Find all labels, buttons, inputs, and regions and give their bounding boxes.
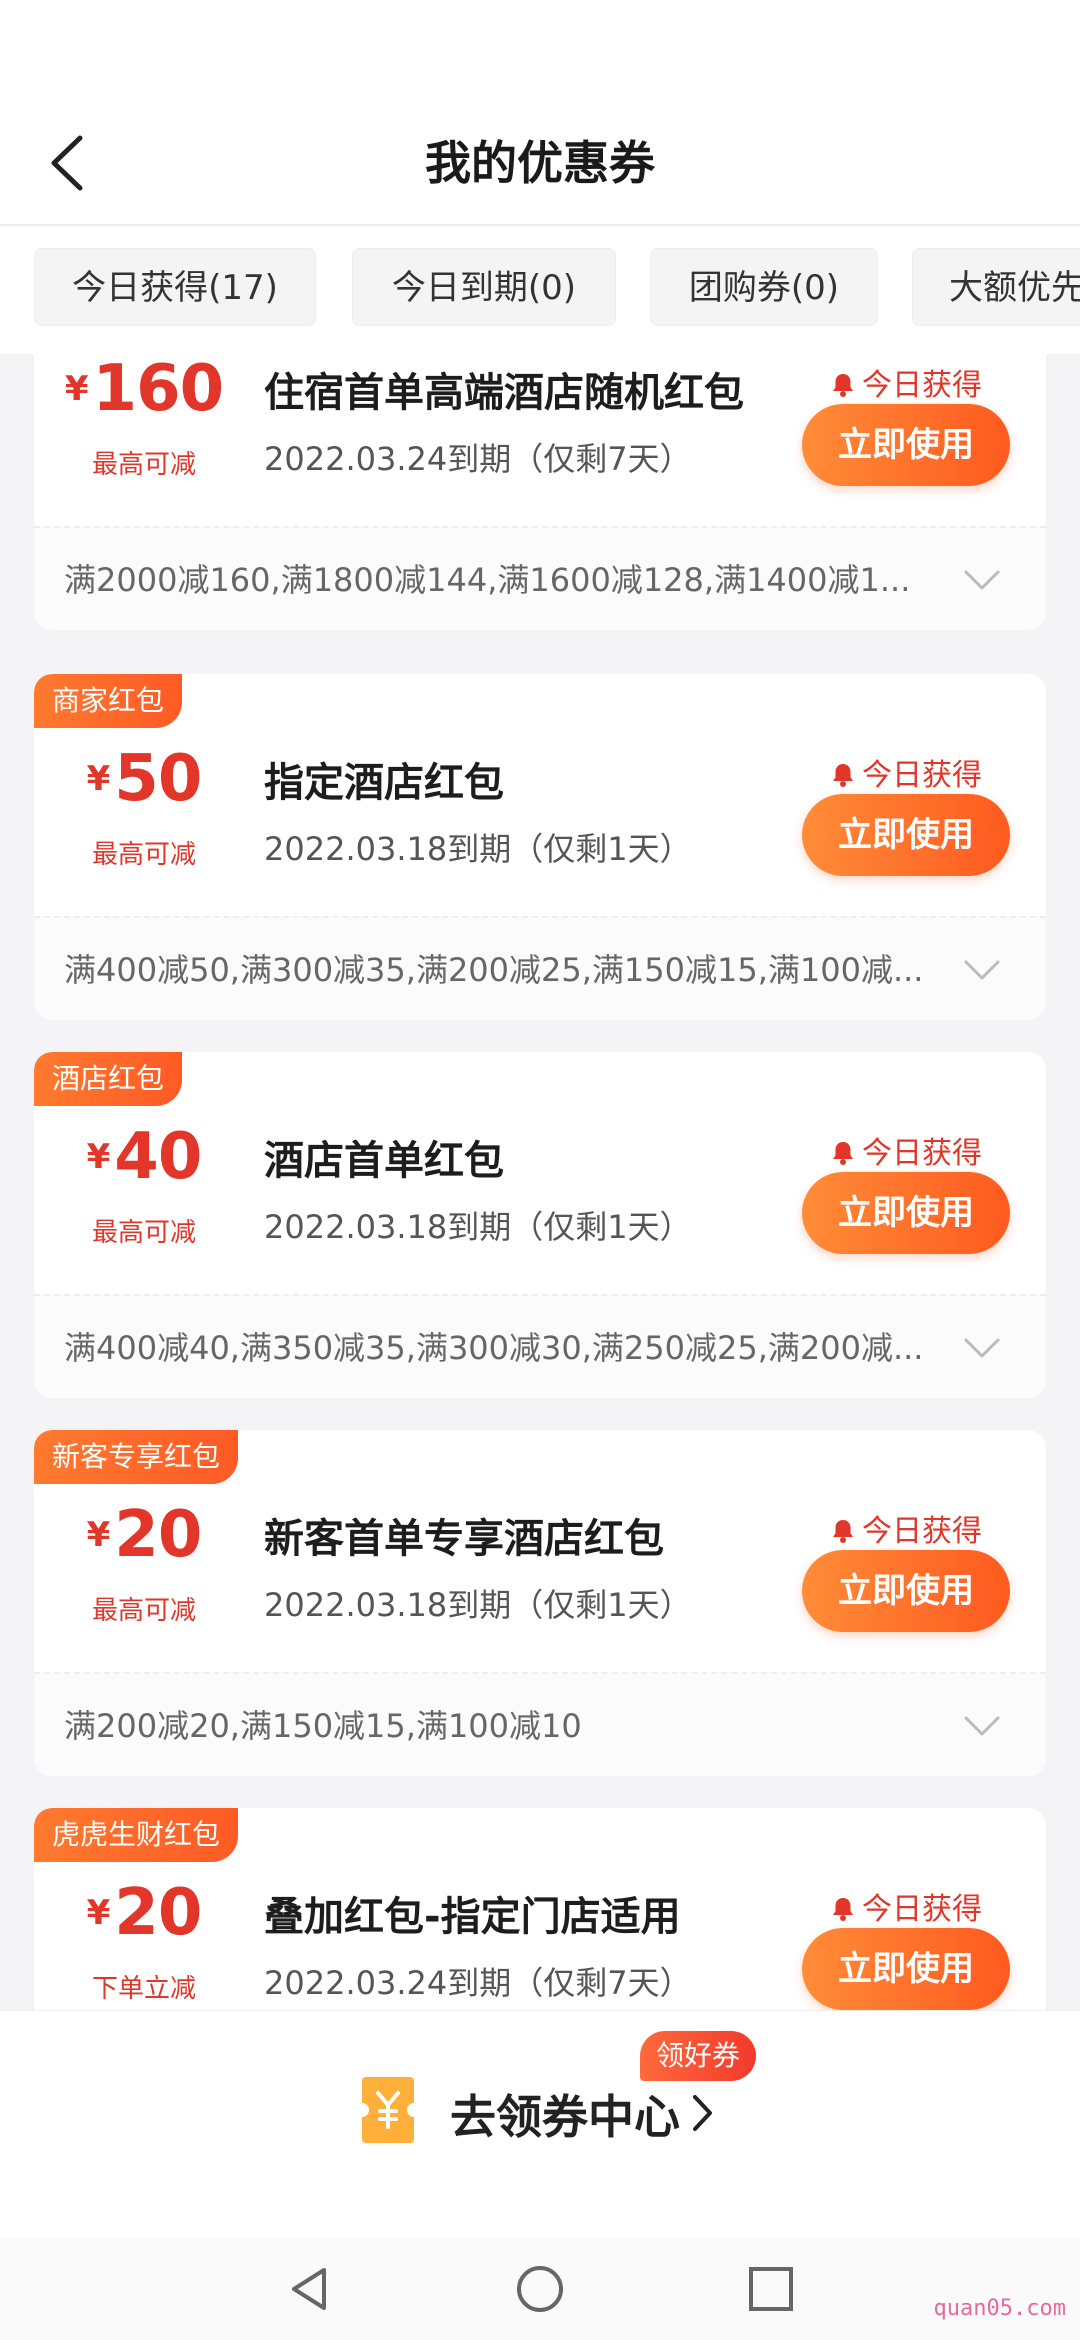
coupon-expiry: 2022.03.18到期（仅剩1天） — [264, 830, 692, 868]
coupon-amount: ¥40 — [86, 1120, 203, 1194]
coupon-amount-note: 最高可减 — [91, 1596, 196, 1626]
coupon-rules-text: 满2000减160,满1800减144,满1600减128,满1400减1... — [64, 561, 911, 599]
coupon-card-main: 新客专享红包 ¥20 最高可减 新客首单专享酒店红包 2022.03.18到期（… — [34, 1430, 1046, 1670]
header: 我的优惠券 — [0, 100, 1080, 226]
coupon-card-main: 商家红包 ¥50 最高可减 指定酒店红包 2022.03.18到期（仅剩1天） … — [34, 674, 1046, 914]
coupon-rules[interactable]: 满400减50,满300减35,满200减25,满150减15,满100减... — [34, 916, 1046, 1020]
coupon-expiry: 2022.03.24到期（仅剩7天） — [264, 440, 692, 478]
coupon-status: 今日获得 — [830, 1506, 982, 1550]
coupon-card: ¥160 最高可减 住宿首单高端酒店随机红包 2022.03.24到期（仅剩7天… — [34, 354, 1046, 630]
coupon-expiry: 2022.03.24到期（仅剩7天） — [264, 1964, 692, 2002]
coupon-tag: 新客专享红包 — [34, 1430, 239, 1484]
coupon-rules[interactable]: 满200减20,满150减15,满100减10 — [34, 1672, 1046, 1776]
coupon-amount: ¥50 — [86, 742, 203, 816]
coupon-rules-text: 满400减40,满350减35,满300减30,满250减25,满200减... — [64, 1329, 924, 1367]
coupon-list: ¥160 最高可减 住宿首单高端酒店随机红包 2022.03.24到期（仅剩7天… — [0, 354, 1080, 2010]
coupon-expiry: 2022.03.18到期（仅剩1天） — [264, 1208, 692, 1246]
status-bar — [0, 0, 1080, 100]
coupon-card: 商家红包 ¥50 最高可减 指定酒店红包 2022.03.18到期（仅剩1天） … — [34, 674, 1046, 1020]
coupon-rules-text: 满200减20,满150减15,满100减10 — [64, 1707, 582, 1745]
use-now-button[interactable]: 立即使用 — [802, 1550, 1010, 1632]
tab-group-buy[interactable]: 团购券(0) — [650, 248, 878, 326]
chevron-down-icon[interactable] — [962, 954, 1002, 986]
coupon-card-main: 虎虎生财红包 ¥20 下单立减 叠加红包-指定门店适用 2022.03.24到期… — [34, 1808, 1046, 2010]
bottom-bar: 去领券中心 领好券 — [0, 2010, 1080, 2238]
coupon-card-main: ¥160 最高可减 住宿首单高端酒店随机红包 2022.03.24到期（仅剩7天… — [34, 354, 1046, 524]
coupon-center-label: 去领券中心 — [450, 2090, 680, 2144]
coupon-amount: ¥20 — [86, 1876, 203, 1950]
coupon-tag: 酒店红包 — [34, 1052, 183, 1106]
use-now-button[interactable]: 立即使用 — [802, 404, 1010, 486]
chevron-down-icon[interactable] — [962, 1710, 1002, 1742]
coupon-card-main: 酒店红包 ¥40 最高可减 酒店首单红包 2022.03.18到期（仅剩1天） … — [34, 1052, 1046, 1292]
coupon-status: 今日获得 — [830, 1128, 982, 1172]
coupon-amount: ¥20 — [86, 1498, 203, 1572]
system-nav-bar — [0, 2238, 1080, 2340]
ticket-icon — [362, 2077, 414, 2143]
bell-icon — [833, 1142, 853, 1165]
coupon-title: 住宿首单高端酒店随机红包 — [264, 370, 744, 416]
coupon-tag: 商家红包 — [34, 674, 183, 728]
use-now-button[interactable]: 立即使用 — [802, 1172, 1010, 1254]
tab-large-first[interactable]: 大额优先 — [912, 248, 1080, 326]
coupon-center-badge: 领好券 — [640, 2031, 757, 2081]
tab-today-received[interactable]: 今日获得(17) — [34, 248, 316, 326]
bell-icon — [833, 764, 853, 787]
coupon-card: 新客专享红包 ¥20 最高可减 新客首单专享酒店红包 2022.03.18到期（… — [34, 1430, 1046, 1776]
bell-icon — [833, 1520, 853, 1543]
watermark: quan05.com — [933, 2296, 1066, 2321]
use-now-button[interactable]: 立即使用 — [802, 1928, 1010, 2010]
coupon-expiry: 2022.03.18到期（仅剩1天） — [264, 1586, 692, 1624]
coupon-amount-note: 最高可减 — [91, 450, 196, 480]
coupon-tag: 虎虎生财红包 — [34, 1808, 239, 1862]
chevron-down-icon[interactable] — [962, 1332, 1002, 1364]
nav-recents-icon[interactable] — [746, 2264, 796, 2314]
coupon-title: 新客首单专享酒店红包 — [264, 1516, 664, 1562]
bell-icon — [833, 374, 853, 397]
coupon-amount-note: 最高可减 — [91, 840, 196, 870]
coupon-card: 酒店红包 ¥40 最高可减 酒店首单红包 2022.03.18到期（仅剩1天） … — [34, 1052, 1046, 1398]
coupon-rules[interactable]: 满400减40,满350减35,满300减30,满250减25,满200减... — [34, 1294, 1046, 1398]
filter-tabs: 今日获得(17) 今日到期(0) 团购券(0) 大额优先 — [0, 226, 1080, 354]
coupon-status: 今日获得 — [830, 1884, 982, 1928]
coupon-card: 虎虎生财红包 ¥20 下单立减 叠加红包-指定门店适用 2022.03.24到期… — [34, 1808, 1046, 2010]
coupon-title: 叠加红包-指定门店适用 — [264, 1894, 681, 1940]
coupon-rules[interactable]: 满2000减160,满1800减144,满1600减128,满1400减1... — [34, 526, 1046, 630]
nav-home-icon[interactable] — [515, 2264, 565, 2314]
page-title: 我的优惠券 — [425, 136, 655, 190]
coupon-amount-note: 最高可减 — [91, 1218, 196, 1248]
coupon-amount: ¥160 — [64, 354, 224, 426]
nav-back-icon[interactable] — [284, 2264, 334, 2314]
use-now-button[interactable]: 立即使用 — [802, 794, 1010, 876]
coupon-title: 酒店首单红包 — [264, 1138, 504, 1184]
coupon-status: 今日获得 — [830, 360, 982, 404]
coupon-amount-note: 下单立减 — [91, 1974, 196, 2004]
chevron-right-icon — [693, 2095, 712, 2131]
coupon-status: 今日获得 — [830, 750, 982, 794]
bell-icon — [833, 1898, 853, 1921]
chevron-down-icon[interactable] — [962, 564, 1002, 596]
coupon-title: 指定酒店红包 — [264, 760, 504, 806]
tab-today-expiring[interactable]: 今日到期(0) — [352, 248, 616, 326]
coupon-rules-text: 满400减50,满300减35,满200减25,满150减15,满100减... — [64, 951, 924, 989]
